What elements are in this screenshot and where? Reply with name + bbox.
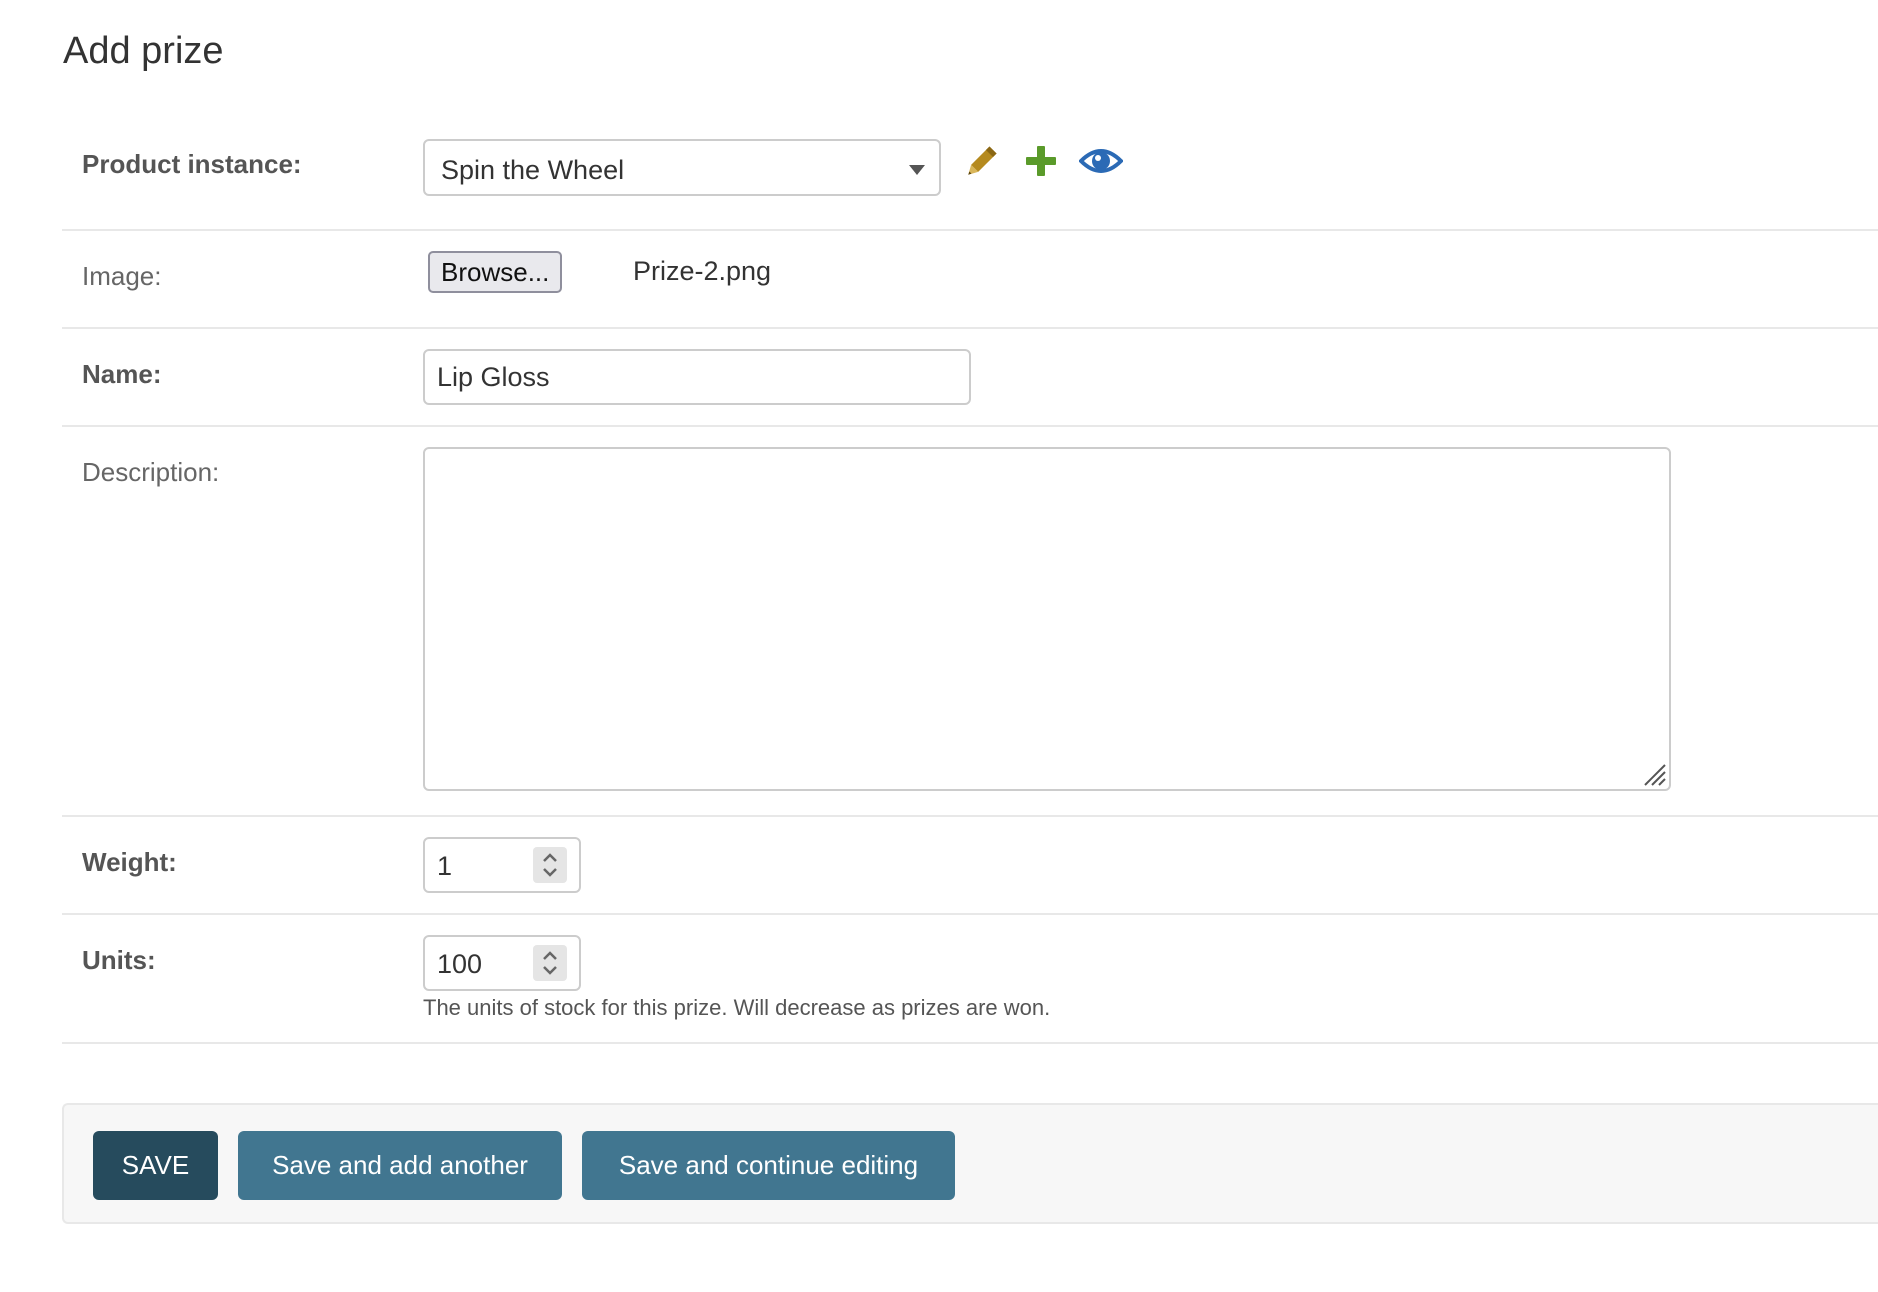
save-and-add-another-button[interactable]: Save and add another [238, 1131, 562, 1200]
units-label: Units: [82, 945, 156, 975]
submit-row: SAVE Save and add another Save and conti… [62, 1103, 1878, 1224]
eye-icon[interactable] [1078, 141, 1124, 183]
add-prize-page: Add prize Product instance: Spin the Whe… [0, 0, 1878, 1292]
resize-grip-icon[interactable] [1641, 761, 1667, 787]
image-label: Image: [82, 261, 162, 291]
form-row-image: Image: Browse... Prize-2.png [62, 231, 1878, 329]
units-help-text: The units of stock for this prize. Will … [423, 995, 1051, 1020]
units-value: 100 [437, 949, 483, 979]
description-textarea[interactable] [423, 447, 1671, 791]
form-row-product-instance: Product instance: Spin the Wheel [62, 131, 1878, 231]
units-stepper[interactable] [533, 945, 567, 981]
units-input[interactable]: 100 [423, 935, 581, 991]
product-instance-selected-value: Spin the Wheel [441, 155, 625, 185]
form-row-description: Description: [62, 427, 1878, 817]
save-button[interactable]: SAVE [93, 1131, 218, 1200]
weight-label: Weight: [82, 847, 177, 877]
product-instance-select[interactable]: Spin the Wheel [423, 139, 941, 196]
chevron-down-icon [909, 165, 925, 175]
product-instance-label: Product instance: [82, 149, 302, 179]
weight-value: 1 [437, 851, 453, 881]
selected-file-name: Prize-2.png [633, 256, 772, 286]
name-input[interactable]: Lip Gloss [423, 349, 971, 405]
form-row-units: Units: 100 The units of stock for this p… [62, 915, 1878, 1044]
pencil-icon[interactable] [960, 141, 1002, 183]
page-title: Add prize [63, 30, 224, 72]
plus-icon[interactable] [1020, 141, 1062, 183]
form-row-weight: Weight: 1 [62, 817, 1878, 915]
weight-input[interactable]: 1 [423, 837, 581, 893]
name-label: Name: [82, 359, 162, 389]
description-label: Description: [82, 457, 220, 487]
browse-button[interactable]: Browse... [428, 251, 563, 293]
weight-stepper[interactable] [533, 847, 567, 883]
form-row-name: Name: Lip Gloss [62, 329, 1878, 427]
save-and-continue-editing-button[interactable]: Save and continue editing [582, 1131, 955, 1200]
